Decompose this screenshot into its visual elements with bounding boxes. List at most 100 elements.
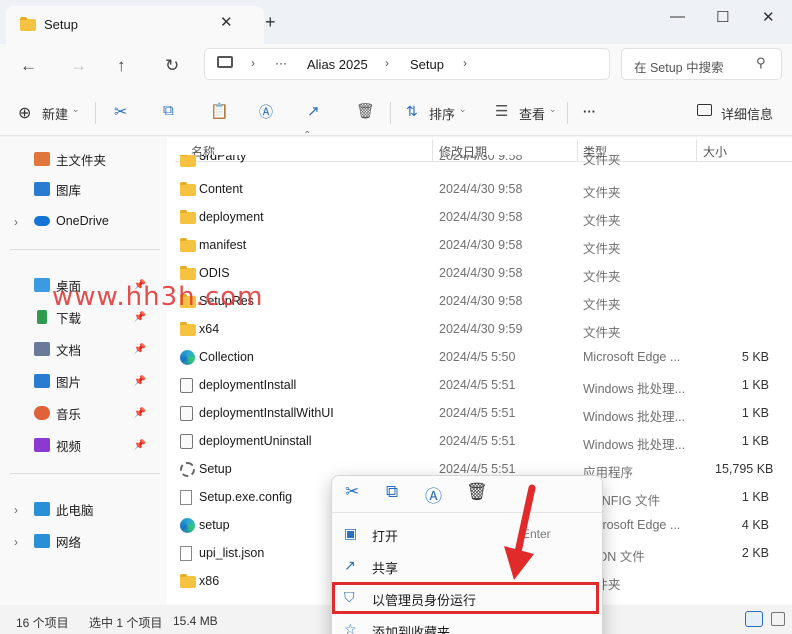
- pin-icon: 📌: [133, 311, 146, 323]
- desktop-icon: [34, 278, 50, 292]
- file-row[interactable]: deploymentInstallWithUI 2024/4/5 5:51 Wind…: [175, 399, 775, 427]
- copy-icon[interactable]: ⧉: [163, 102, 174, 119]
- file-row[interactable]: 3rdParty 2024/4/30 9:58 文件夹: [175, 155, 775, 169]
- sidebar-item-label: 视频: [56, 439, 82, 454]
- file-row[interactable]: deploymentUninstall 2024/4/5 5:51 Windows …: [175, 427, 775, 455]
- file-row[interactable]: deployment 2024/4/30 9:58 文件夹: [175, 203, 775, 231]
- file-size: 4 KB: [741, 518, 769, 532]
- file-date: 2024/4/30 9:58: [439, 210, 523, 224]
- sidebar-item-onedrive[interactable]: OneDrive: [34, 209, 109, 233]
- file-type: Microsoft Edge ...: [583, 350, 681, 364]
- search-input[interactable]: 在 Setup 中搜索: [634, 57, 724, 76]
- sort-button[interactable]: 排序: [429, 104, 455, 123]
- document-icon: [34, 342, 50, 356]
- delete-icon[interactable]: 🗑: [466, 482, 488, 502]
- file-type: 文件夹: [583, 214, 621, 228]
- sidebar-item-music[interactable]: 音乐 📌: [34, 401, 158, 425]
- chevron-down-icon: ⌄: [549, 104, 557, 114]
- pin-icon: 📌: [133, 343, 146, 355]
- file-row[interactable]: SetupRes 2024/4/30 9:58 文件夹: [175, 287, 775, 315]
- chevron-right-icon[interactable]: ›: [14, 503, 18, 517]
- close-button[interactable]: ✕: [762, 8, 775, 26]
- new-tab-button[interactable]: +: [265, 12, 276, 33]
- up-button[interactable]: ↑: [117, 56, 126, 76]
- file-type: 文件夹: [583, 186, 621, 200]
- chevron-right-icon: ›: [251, 56, 255, 70]
- share-icon[interactable]: ↗: [307, 102, 320, 120]
- menu-item-open[interactable]: ▣ 打开 Enter: [332, 519, 600, 549]
- file-date: 2024/4/5 5:51: [439, 406, 516, 420]
- forward-button[interactable]: →: [70, 56, 87, 76]
- file-date: 2024/4/30 9:58: [439, 238, 523, 252]
- sidebar-item-pictures[interactable]: 图片 📌: [34, 369, 158, 393]
- rename-icon[interactable]: Ⓐ: [425, 482, 442, 507]
- batch-file-icon: [180, 406, 193, 421]
- copy-icon[interactable]: ⧉: [386, 482, 398, 502]
- file-row[interactable]: Content 2024/4/30 9:58 文件夹: [175, 175, 775, 203]
- maximize-button[interactable]: ☐: [716, 8, 729, 26]
- folder-icon: [180, 182, 196, 196]
- file-row[interactable]: x64 2024/4/30 9:59 文件夹: [175, 315, 775, 343]
- gallery-icon: [34, 182, 50, 196]
- menu-item-add-favorite[interactable]: ☆ 添加到收藏夹: [332, 615, 600, 634]
- chevron-right-icon[interactable]: ›: [14, 215, 18, 229]
- batch-file-icon: [180, 378, 193, 393]
- file-name: deploymentInstall: [199, 378, 297, 392]
- chevron-down-icon: ⌄: [72, 104, 80, 114]
- refresh-button[interactable]: ↻: [165, 56, 179, 76]
- tiles-view-icon[interactable]: [771, 612, 785, 626]
- folder-icon: [180, 210, 196, 224]
- search-box[interactable]: 在 Setup 中搜索 ⚲: [621, 48, 782, 80]
- address-bar[interactable]: › ··· Alias 2025 › Setup ›: [204, 48, 610, 80]
- breadcrumb-alias[interactable]: Alias 2025: [307, 57, 368, 72]
- chevron-right-icon[interactable]: ›: [14, 535, 18, 549]
- paste-icon[interactable]: 📋: [210, 102, 229, 120]
- menu-item-share[interactable]: ↗ 共享: [332, 551, 600, 581]
- view-button[interactable]: 查看: [519, 104, 545, 123]
- file-type: Windows 批处理...: [583, 382, 686, 396]
- file-name: Setup: [199, 462, 232, 476]
- selected-size: 15.4 MB: [173, 614, 218, 628]
- file-size: 1 KB: [741, 490, 769, 504]
- back-button[interactable]: ←: [20, 56, 37, 76]
- sidebar-item-gallery[interactable]: 图库: [34, 177, 81, 201]
- batch-file-icon: [180, 434, 193, 449]
- file-date: 2024/4/30 9:58: [439, 182, 523, 196]
- details-view-icon[interactable]: [745, 611, 763, 627]
- rename-icon[interactable]: Ⓐ: [259, 102, 273, 122]
- sidebar-item-videos[interactable]: 视频 📌: [34, 433, 158, 457]
- sidebar-item-home[interactable]: 主文件夹: [34, 147, 106, 171]
- breadcrumb-overflow[interactable]: ···: [275, 56, 287, 70]
- file-row[interactable]: deploymentInstall 2024/4/5 5:51 Windows 批处…: [175, 371, 775, 399]
- plus-icon: ⊕: [18, 105, 32, 122]
- sidebar-item-network[interactable]: 网络: [34, 529, 81, 553]
- delete-icon[interactable]: 🗑: [356, 102, 375, 120]
- sidebar-item-this-pc[interactable]: 此电脑: [34, 497, 94, 521]
- computer-icon: [34, 502, 50, 516]
- breadcrumb-setup[interactable]: Setup: [410, 57, 444, 72]
- file-row[interactable]: ODIS 2024/4/30 9:58 文件夹: [175, 259, 775, 287]
- file-row[interactable]: Collection 2024/4/5 5:50 Microsoft Edge ..…: [175, 343, 775, 371]
- file-name: Content: [199, 182, 243, 196]
- cut-icon[interactable]: ✂: [345, 482, 359, 502]
- tab-close-button[interactable]: ✕: [220, 13, 233, 31]
- file-name: Setup.exe.config: [199, 490, 293, 504]
- cut-icon[interactable]: ✂: [114, 102, 127, 122]
- details-button[interactable]: 详细信息: [721, 104, 773, 123]
- file-name: x86: [199, 574, 220, 588]
- minimize-button[interactable]: —: [670, 8, 685, 25]
- item-count: 16 个项目: [16, 616, 69, 630]
- sidebar-item-documents[interactable]: 文档 📌: [34, 337, 158, 361]
- cloud-icon: [34, 216, 50, 226]
- file-name: x64: [199, 322, 220, 336]
- file-name: ODIS: [199, 266, 230, 280]
- pin-icon: 📌: [133, 439, 146, 451]
- network-icon: [34, 534, 50, 548]
- file-date: 2024/4/5 5:51: [439, 462, 516, 476]
- more-button[interactable]: ···: [583, 104, 596, 119]
- tab-title: Setup: [44, 17, 78, 32]
- music-icon: [34, 406, 50, 420]
- new-button[interactable]: 新建: [42, 104, 68, 123]
- search-icon: ⚲: [756, 55, 766, 70]
- file-row[interactable]: manifest 2024/4/30 9:58 文件夹: [175, 231, 775, 259]
